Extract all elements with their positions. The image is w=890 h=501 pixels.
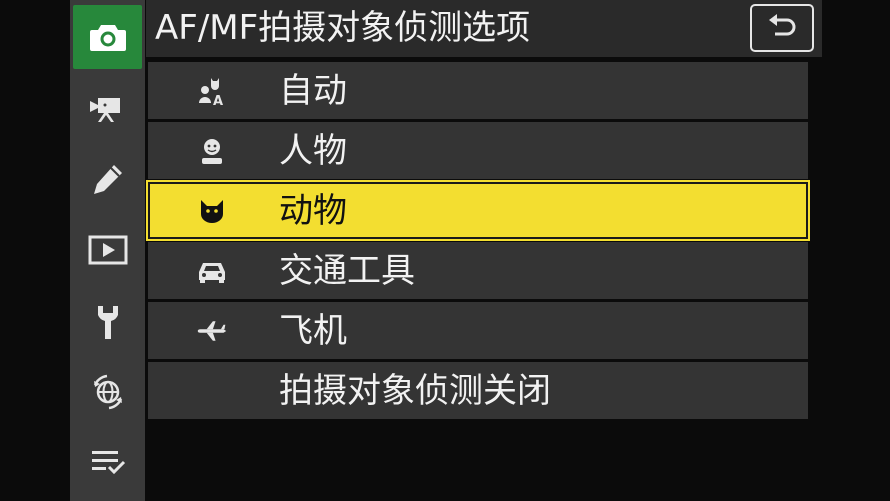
car-icon <box>196 255 228 287</box>
tab-network[interactable] <box>73 360 142 424</box>
page-title: AF/MF拍摄对象侦测选项 <box>155 8 531 48</box>
menu-item-auto[interactable]: A 自动 <box>148 62 808 119</box>
auto-subject-icon: A <box>196 75 228 107</box>
playback-icon <box>88 235 128 265</box>
my-menu-icon <box>89 447 127 477</box>
menu-item-vehicle[interactable]: 交通工具 <box>148 242 808 299</box>
menu-item-label: 飞机 <box>279 311 347 351</box>
tab-playback[interactable] <box>73 218 142 282</box>
menu-item-person[interactable]: 人物 <box>148 122 808 179</box>
menu-item-label: 自动 <box>279 71 347 111</box>
menu-item-animal[interactable]: 动物 <box>148 182 808 239</box>
tab-setup[interactable] <box>73 290 142 354</box>
svg-text:A: A <box>213 94 223 106</box>
menu-sidebar <box>70 0 145 501</box>
wrench-icon <box>93 303 123 341</box>
tab-movie-shooting[interactable] <box>73 76 142 140</box>
cat-face-icon <box>196 195 228 227</box>
return-icon <box>767 12 797 44</box>
tab-my-menu[interactable] <box>73 430 142 494</box>
menu-item-airplane[interactable]: 飞机 <box>148 302 808 359</box>
tab-custom-settings[interactable] <box>73 148 142 212</box>
menu-item-detection-off[interactable]: 拍摄对象侦测关闭 <box>148 362 808 419</box>
menu-header: AF/MF拍摄对象侦测选项 <box>146 0 822 57</box>
airplane-icon <box>196 315 228 347</box>
pencil-icon <box>90 162 126 198</box>
menu-item-label: 交通工具 <box>279 251 415 291</box>
movie-camera-icon <box>88 93 128 123</box>
back-button[interactable] <box>750 4 814 52</box>
tab-photo-shooting[interactable] <box>73 5 142 69</box>
camera-icon <box>89 22 127 52</box>
network-globe-icon <box>88 372 128 412</box>
person-icon <box>196 135 228 167</box>
menu-item-label: 拍摄对象侦测关闭 <box>279 371 551 411</box>
menu-item-label: 动物 <box>279 191 347 231</box>
menu-item-label: 人物 <box>279 131 347 171</box>
